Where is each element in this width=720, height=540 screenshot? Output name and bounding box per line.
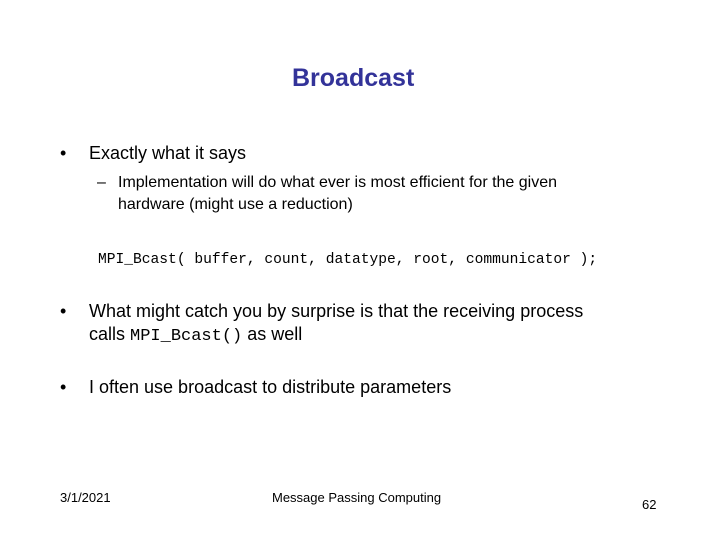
bullet-line-2: calls MPI_Bcast() as well [89,324,303,346]
dash-marker: – [97,174,106,191]
page-number: 62 [642,497,657,512]
bullet-text: Exactly what it says [89,143,247,163]
code-snippet: MPI_Bcast( buffer, count, datatype, root… [98,252,598,268]
bullet-marker: • [60,143,67,163]
bullet-marker: • [60,377,67,397]
bullet-marker: • [60,301,67,321]
bullet-line-1: What might catch you by surprise is that… [89,301,584,321]
footer-title: Message Passing Computing [272,490,442,505]
sub-bullet-line-1: Implementation will do what ever is most… [118,174,558,191]
inline-code: MPI_Bcast() [130,327,243,346]
sub-bullet-line-2: hardware (might use a reduction) [118,196,353,213]
footer-date: 3/1/2021 [60,490,111,505]
bullet-text: I often use broadcast to distribute para… [89,377,452,397]
